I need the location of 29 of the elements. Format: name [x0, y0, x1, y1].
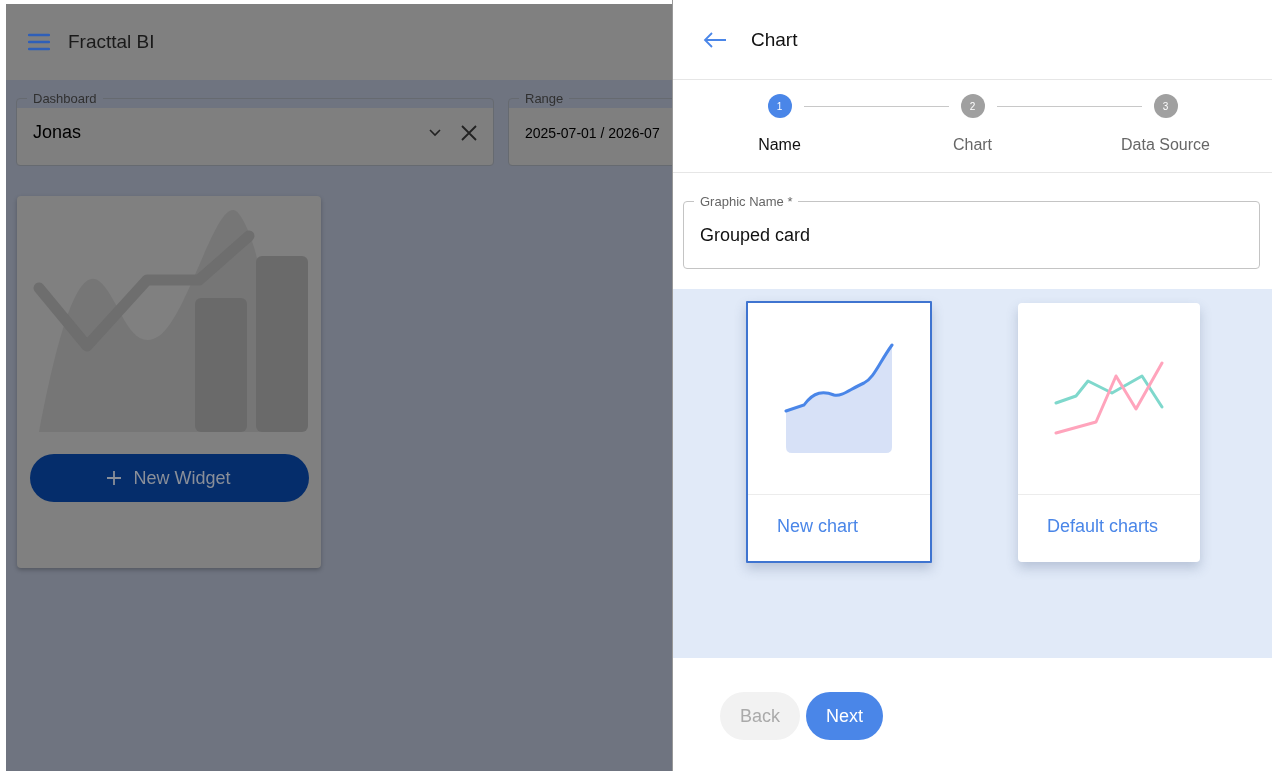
- close-icon[interactable]: [461, 124, 477, 141]
- plus-icon: [107, 471, 122, 485]
- drawer-title: Chart: [751, 28, 798, 51]
- step-label[interactable]: Name: [758, 136, 801, 154]
- area-chart-icon: [784, 342, 894, 455]
- field-label: Range: [524, 91, 565, 106]
- chart-option-card[interactable]: New chart: [746, 301, 932, 563]
- dashboard-select[interactable]: Dashboard Jonas: [16, 91, 494, 166]
- field-value: Jonas: [33, 122, 83, 143]
- field-label: Graphic Name *: [699, 194, 794, 209]
- field-value: 2025-07-01 / 2026-07: [525, 124, 661, 141]
- field-value: Grouped card: [700, 225, 811, 246]
- chart-option-card[interactable]: Default charts: [1018, 303, 1200, 562]
- line-chart-icon: [1054, 360, 1164, 437]
- step-number[interactable]: 1: [767, 94, 792, 118]
- new-widget-button[interactable]: New Widget: [29, 454, 309, 502]
- app-title: Fracttal BI: [68, 31, 155, 53]
- step-label[interactable]: Chart: [952, 136, 993, 154]
- step-number[interactable]: 2: [960, 94, 985, 118]
- option-label: Default charts: [1046, 515, 1160, 537]
- field-label: Dashboard: [32, 91, 98, 106]
- range-field[interactable]: Range 2025-07-01 / 2026-07: [508, 91, 672, 166]
- next-button[interactable]: Next: [806, 692, 884, 740]
- back-arrow-icon[interactable]: [703, 31, 727, 48]
- option-label: New chart: [776, 515, 860, 537]
- step-number[interactable]: 3: [1153, 94, 1178, 118]
- step-label[interactable]: Data Source: [1121, 136, 1210, 154]
- chevron-down-icon[interactable]: [429, 128, 441, 137]
- graphic-name-field[interactable]: Graphic Name * Grouped card: [683, 194, 1260, 269]
